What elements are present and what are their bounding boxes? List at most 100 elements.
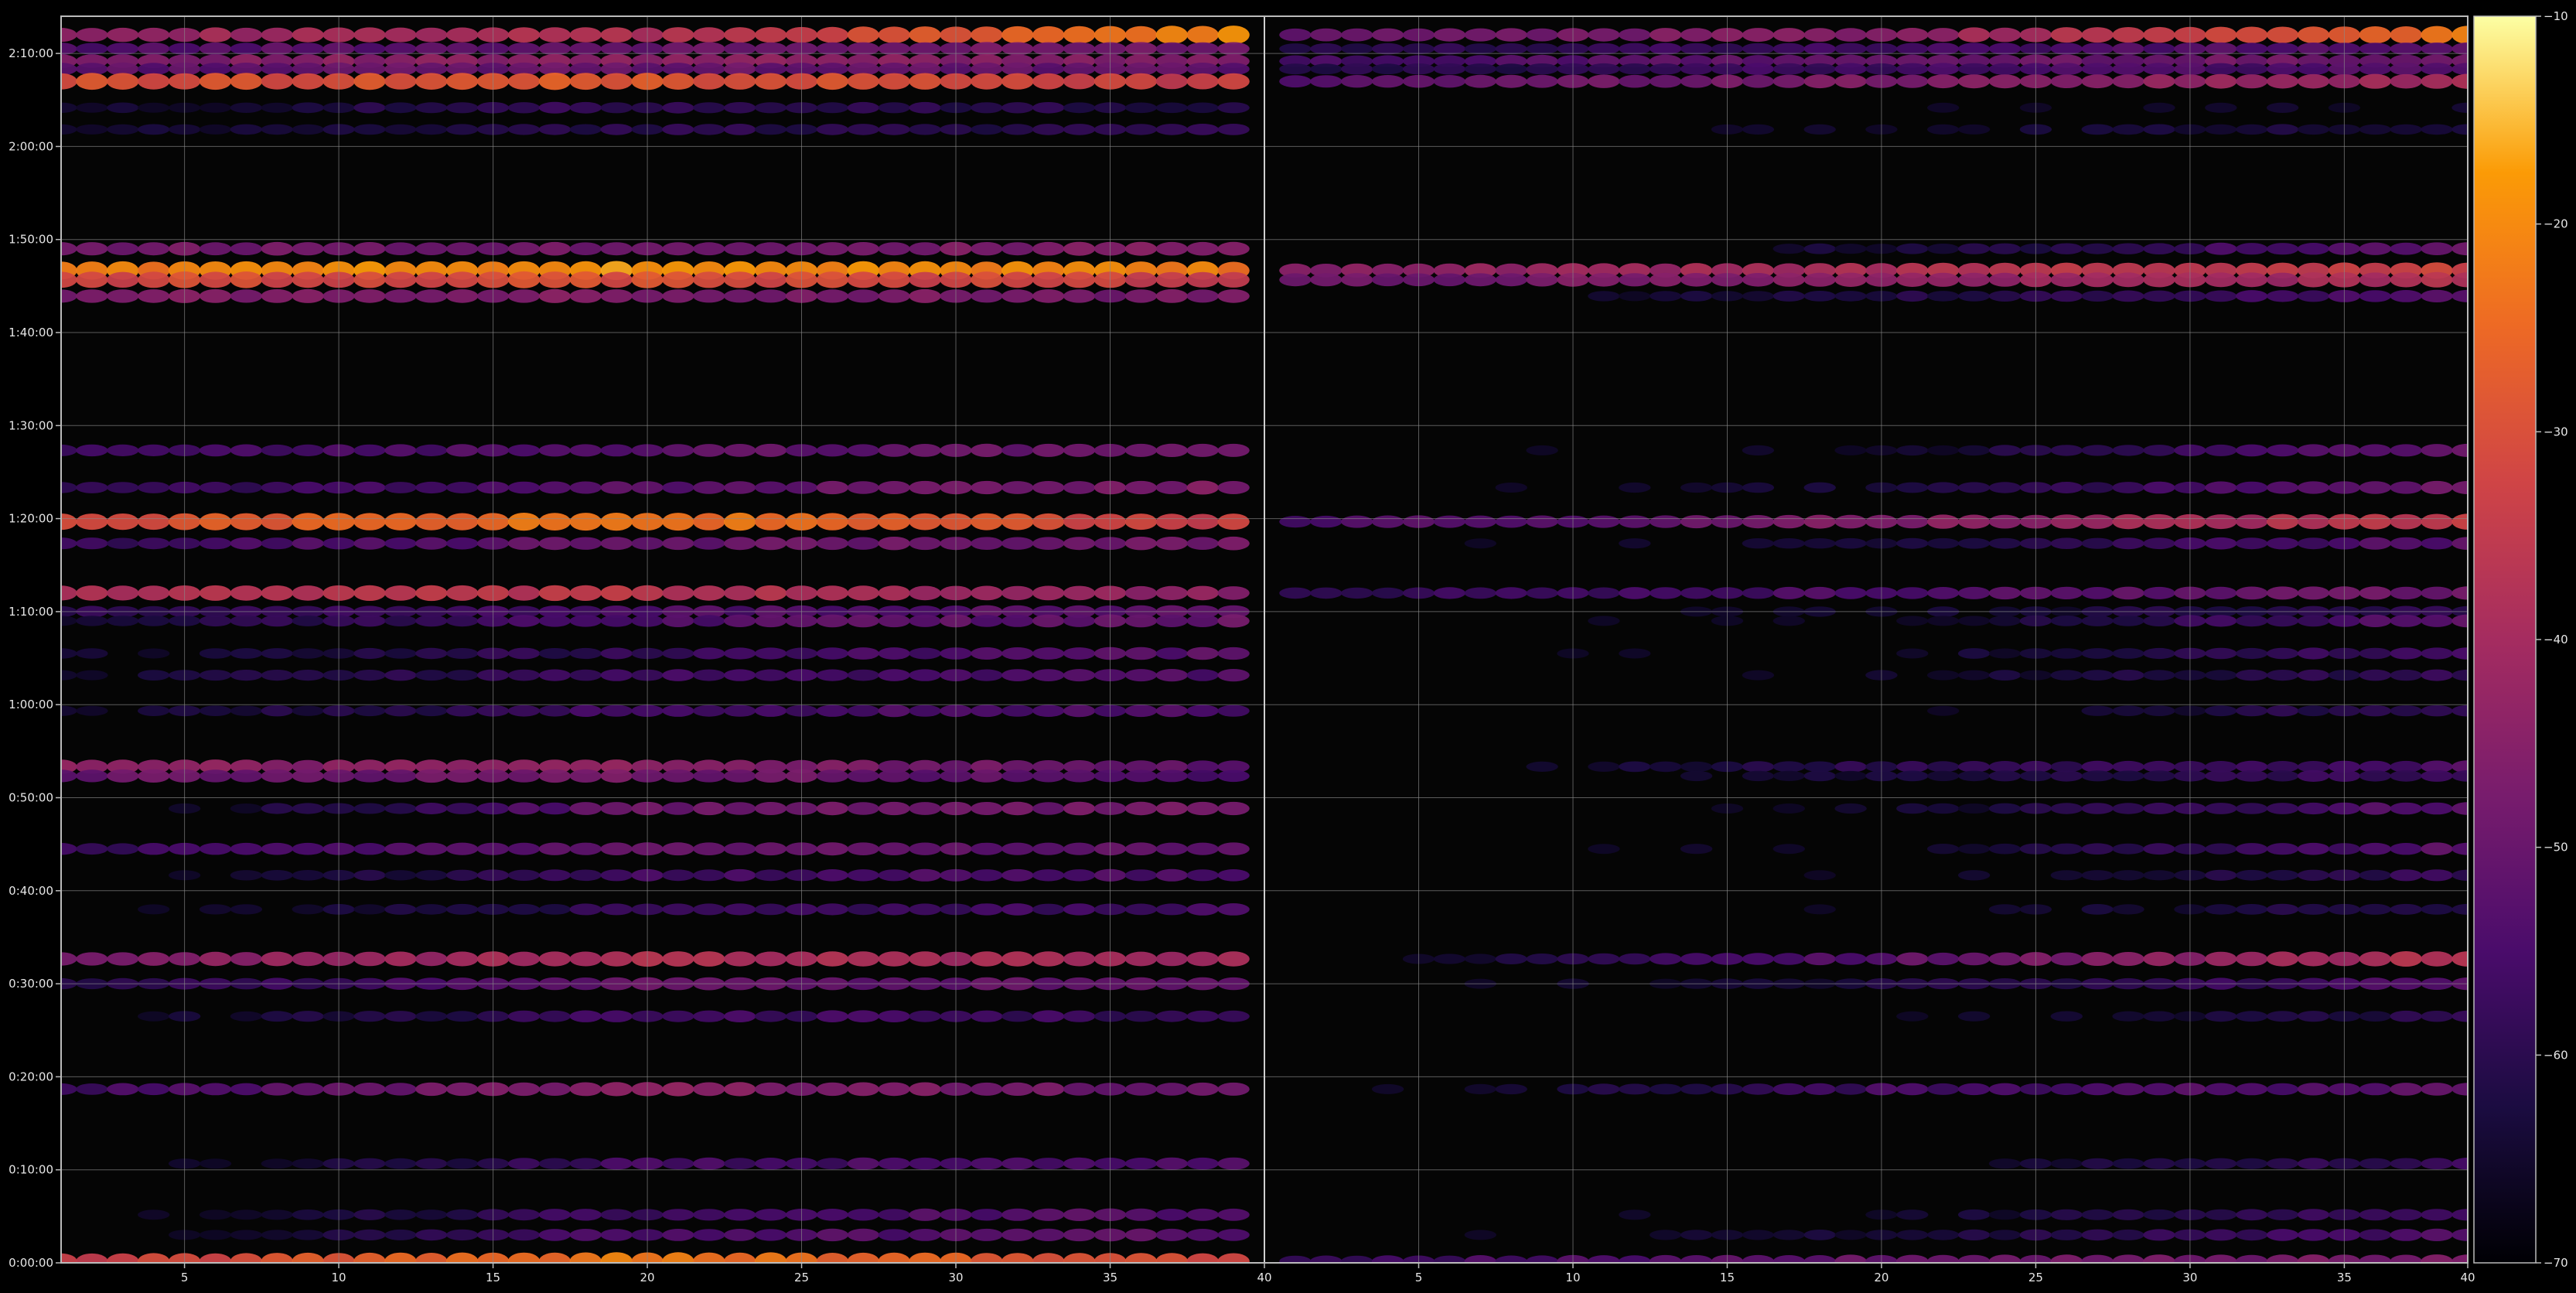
heatmap-cell bbox=[1927, 272, 1960, 287]
heatmap-cell bbox=[847, 1082, 880, 1097]
heatmap-cell bbox=[1032, 124, 1065, 135]
heatmap-cell bbox=[1957, 74, 1991, 89]
heatmap-cell bbox=[261, 769, 293, 783]
heatmap-cell bbox=[2421, 1209, 2453, 1221]
heatmap-cell bbox=[724, 242, 756, 256]
heatmap-cell bbox=[1803, 761, 1836, 773]
heatmap-cell bbox=[2297, 705, 2330, 717]
heatmap-cell bbox=[138, 124, 170, 135]
heatmap-cell bbox=[847, 1209, 880, 1221]
heatmap-cell bbox=[1371, 273, 1404, 287]
heatmap-cell bbox=[878, 1010, 910, 1022]
heatmap-cell bbox=[138, 1011, 170, 1022]
heatmap-cell bbox=[1772, 514, 1805, 529]
heatmap-cell bbox=[569, 1209, 602, 1221]
heatmap-cell bbox=[847, 802, 880, 815]
heatmap-cell bbox=[2205, 843, 2237, 855]
x-tick-label: 20 bbox=[1874, 1271, 1888, 1284]
heatmap-cell bbox=[2081, 843, 2114, 855]
y-tick-label: 1:50:00 bbox=[9, 233, 53, 247]
heatmap-cell bbox=[446, 1209, 479, 1220]
heatmap-cell bbox=[2390, 1229, 2422, 1241]
heatmap-cell bbox=[2266, 586, 2299, 600]
heatmap-cell bbox=[1124, 842, 1158, 855]
x-tick-label: 5 bbox=[181, 1271, 189, 1284]
heatmap-cell bbox=[2050, 63, 2083, 76]
heatmap-cell bbox=[1803, 904, 1836, 915]
heatmap-cell bbox=[1217, 481, 1250, 494]
heatmap-cell bbox=[507, 769, 541, 783]
heatmap-cell bbox=[1124, 903, 1158, 916]
heatmap-cell bbox=[569, 769, 602, 783]
heatmap-cell bbox=[1588, 616, 1620, 626]
heatmap-cell bbox=[600, 615, 633, 627]
heatmap-cell bbox=[292, 842, 324, 855]
heatmap-cell bbox=[2297, 1209, 2330, 1221]
heatmap-cell bbox=[292, 904, 324, 915]
heatmap-cell bbox=[2050, 1011, 2083, 1022]
heatmap-cell bbox=[2143, 951, 2175, 967]
heatmap-cell bbox=[2112, 1229, 2144, 1240]
heatmap-cell bbox=[662, 1082, 694, 1097]
heatmap-cell bbox=[2236, 272, 2268, 288]
heatmap-cell bbox=[1957, 1011, 1991, 1022]
heatmap-cell bbox=[1464, 538, 1497, 549]
heatmap-cell bbox=[1834, 63, 1867, 75]
heatmap-cell bbox=[662, 513, 694, 531]
heatmap-cell bbox=[107, 513, 139, 531]
heatmap-cell bbox=[1772, 803, 1805, 814]
heatmap-cell bbox=[909, 101, 941, 114]
heatmap-cell bbox=[1433, 954, 1466, 964]
heatmap-cell bbox=[230, 124, 263, 135]
heatmap-cell bbox=[2390, 705, 2422, 717]
heatmap-cell bbox=[1464, 28, 1497, 42]
heatmap-cell bbox=[1927, 74, 1960, 89]
heatmap-cell bbox=[2421, 124, 2453, 135]
heatmap-cell bbox=[847, 537, 880, 550]
heatmap-cell bbox=[2359, 869, 2391, 881]
heatmap-cell bbox=[2143, 43, 2175, 55]
heatmap-cell bbox=[261, 124, 293, 135]
heatmap-cell bbox=[2143, 843, 2175, 855]
heatmap-cell bbox=[1927, 124, 1960, 135]
heatmap-cell bbox=[1217, 26, 1250, 45]
heatmap-cell bbox=[1772, 761, 1805, 773]
heatmap-cell bbox=[2421, 73, 2453, 89]
heatmap-cell bbox=[76, 1253, 108, 1263]
heatmap-cell bbox=[1063, 1208, 1096, 1222]
heatmap-cell bbox=[1186, 1229, 1219, 1241]
heatmap-cell bbox=[2297, 243, 2330, 255]
heatmap-cell bbox=[2143, 1209, 2175, 1220]
heatmap-cell bbox=[1988, 1158, 2022, 1169]
heatmap-cell bbox=[1032, 951, 1065, 967]
heatmap-cell bbox=[1155, 241, 1189, 256]
y-tick-label: 1:30:00 bbox=[9, 418, 53, 432]
heatmap-cell bbox=[1001, 669, 1034, 681]
heatmap-cell bbox=[600, 289, 633, 303]
heatmap-cell bbox=[2236, 1011, 2268, 1022]
heatmap-cell bbox=[1001, 868, 1034, 882]
heatmap-cell bbox=[384, 1209, 417, 1220]
heatmap-cell bbox=[2266, 647, 2299, 660]
heatmap-cell bbox=[1124, 801, 1158, 816]
heatmap-cell bbox=[1032, 241, 1065, 256]
heatmap-cell bbox=[1063, 289, 1096, 303]
heatmap-cell bbox=[971, 1253, 1003, 1263]
heatmap-cell bbox=[662, 27, 694, 43]
heatmap-cell bbox=[2050, 43, 2083, 55]
colorbar-tick-label: −30 bbox=[2544, 425, 2568, 438]
heatmap-cell bbox=[878, 289, 910, 303]
heatmap-cell bbox=[2236, 43, 2268, 55]
heatmap-cell bbox=[1310, 63, 1343, 75]
heatmap-cell bbox=[754, 951, 787, 967]
heatmap-cell bbox=[2081, 705, 2114, 716]
heatmap-cell bbox=[1186, 289, 1219, 303]
heatmap-cell bbox=[199, 585, 232, 601]
heatmap-cell bbox=[662, 289, 694, 303]
heatmap-cell bbox=[261, 241, 293, 256]
heatmap-cell bbox=[971, 271, 1003, 288]
heatmap-cell bbox=[2205, 1083, 2237, 1096]
heatmap-cell bbox=[878, 801, 910, 816]
spectrogram-figure: 5 10 15 20 25 30 35 40 5 10 15 20 25 30 35 40 0:00:000:… bbox=[9, 9, 2568, 1284]
heatmap-cell bbox=[693, 1209, 725, 1221]
